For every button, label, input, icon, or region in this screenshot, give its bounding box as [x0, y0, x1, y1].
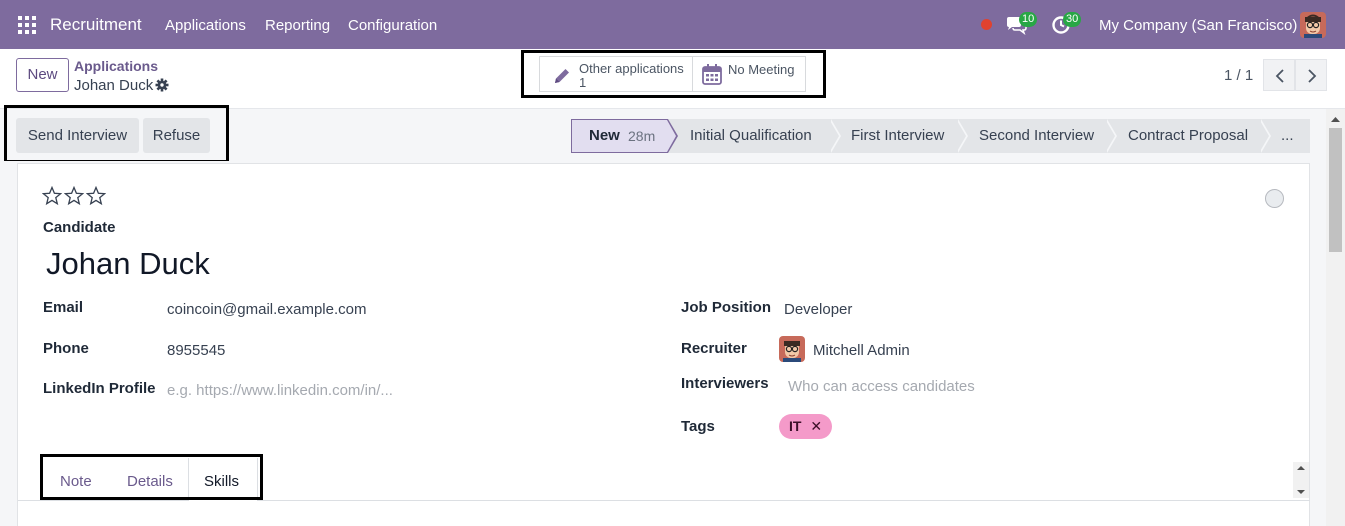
- job-position-label: Job Position: [681, 299, 771, 316]
- priority-star-icon[interactable]: [42, 186, 62, 206]
- recruiter-label: Recruiter: [681, 340, 747, 357]
- priority-star-icon[interactable]: [64, 186, 84, 206]
- email-field[interactable]: coincoin@gmail.example.com: [167, 301, 366, 318]
- chevron-left-icon: [1275, 69, 1284, 83]
- calendar-icon: [702, 64, 722, 85]
- user-avatar[interactable]: [1300, 12, 1326, 38]
- top-navbar: Recruitment Applications Reporting Confi…: [0, 0, 1345, 49]
- messages-count-badge: 10: [1019, 12, 1038, 27]
- menu-applications[interactable]: Applications: [165, 17, 246, 34]
- status-indicator-dot[interactable]: [981, 19, 992, 30]
- meeting-label: No Meeting: [728, 62, 795, 77]
- stage-first-interview[interactable]: First Interview: [851, 119, 944, 153]
- refuse-button[interactable]: Refuse: [143, 118, 210, 153]
- tab-note[interactable]: Note: [60, 473, 92, 490]
- scroll-up-icon[interactable]: [1330, 115, 1341, 123]
- stage-separator: [956, 119, 966, 153]
- record-actions-gear-icon[interactable]: [155, 78, 169, 92]
- stage-more-dropdown[interactable]: ...: [1281, 119, 1294, 153]
- send-interview-button[interactable]: Send Interview: [16, 118, 139, 153]
- stage-separator: [829, 119, 839, 153]
- linkedin-field[interactable]: e.g. https://www.linkedin.com/in/...: [167, 382, 393, 399]
- stage-arrow: [667, 120, 676, 152]
- stage-second-interview[interactable]: Second Interview: [979, 119, 1094, 153]
- page-scrollbar-thumb[interactable]: [1329, 128, 1342, 252]
- pager-value[interactable]: 1 / 1: [1224, 67, 1253, 84]
- candidate-label: Candidate: [43, 219, 116, 236]
- breadcrumb-current: Johan Duck: [74, 77, 154, 94]
- meeting-button[interactable]: No Meeting: [692, 56, 806, 92]
- priority-star-icon[interactable]: [86, 186, 106, 206]
- stage-initial-qualification[interactable]: Initial Qualification: [690, 119, 812, 153]
- menu-reporting[interactable]: Reporting: [265, 17, 330, 34]
- kanban-state-indicator[interactable]: [1265, 189, 1284, 208]
- menu-configuration[interactable]: Configuration: [348, 17, 437, 34]
- interviewers-label: Interviewers: [681, 375, 769, 392]
- interviewers-field[interactable]: Who can access candidates: [788, 378, 975, 395]
- control-panel: New Applications Johan Duck Other applic…: [0, 49, 1345, 109]
- pencil-icon: [555, 69, 569, 83]
- phone-label: Phone: [43, 340, 89, 357]
- tags-label: Tags: [681, 418, 715, 435]
- phone-field[interactable]: 8955545: [167, 342, 225, 359]
- tab-skills[interactable]: Skills: [204, 473, 239, 490]
- pager-previous-button[interactable]: [1263, 59, 1295, 91]
- scroll-arrows-icon: [1297, 466, 1305, 494]
- chevron-right-icon: [1308, 69, 1317, 83]
- other-applications-count: 1: [579, 75, 587, 90]
- app-grid-icon[interactable]: [18, 16, 36, 34]
- candidate-name-field[interactable]: Johan Duck: [46, 246, 210, 282]
- recruiter-field[interactable]: Mitchell Admin: [813, 342, 910, 359]
- breadcrumb-parent-link[interactable]: Applications: [74, 58, 158, 74]
- other-applications-label: Other applications: [579, 61, 684, 76]
- recruiter-avatar: [779, 336, 805, 362]
- stage-new-label: New: [589, 127, 620, 144]
- linkedin-label: LinkedIn Profile: [43, 380, 156, 397]
- tag-label: IT: [789, 418, 802, 434]
- new-record-button[interactable]: New: [16, 58, 69, 92]
- email-label: Email: [43, 299, 84, 316]
- stage-contract-proposal[interactable]: Contract Proposal: [1128, 119, 1248, 153]
- job-position-field[interactable]: Developer: [784, 301, 852, 318]
- tab-details[interactable]: Details: [127, 473, 173, 490]
- app-brand[interactable]: Recruitment: [50, 15, 142, 35]
- activities-count-badge: 30: [1063, 12, 1082, 27]
- pager-next-button[interactable]: [1295, 59, 1327, 91]
- other-applications-button[interactable]: Other applications 1: [539, 56, 693, 92]
- stage-new-duration: 28m: [628, 128, 656, 144]
- stage-separator: [1105, 119, 1115, 153]
- tag-remove-icon[interactable]: ✕: [810, 418, 822, 434]
- tag-it[interactable]: IT ✕: [779, 414, 833, 439]
- stage-separator: [1259, 119, 1269, 153]
- company-switcher[interactable]: My Company (San Francisco): [1099, 17, 1297, 34]
- tabs-scrollbar[interactable]: [1293, 462, 1309, 498]
